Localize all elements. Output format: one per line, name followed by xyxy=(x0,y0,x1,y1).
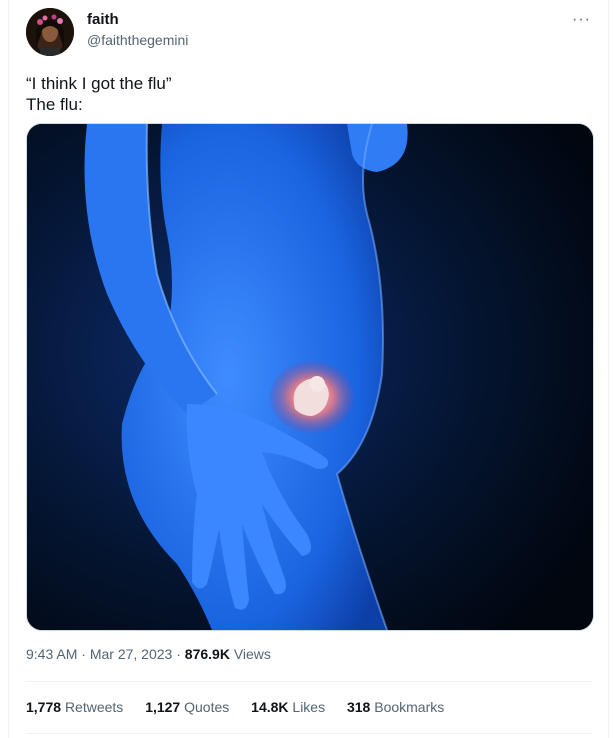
likes-stat[interactable]: 14.8K Likes xyxy=(251,699,325,715)
retweets-count: 1,778 xyxy=(26,699,62,715)
author-handle[interactable]: @faiththegemini xyxy=(87,32,188,48)
tweet-text: “I think I got the flu” The flu: xyxy=(26,73,172,115)
tweet-text-line-1: “I think I got the flu” xyxy=(26,74,172,93)
avatar[interactable] xyxy=(26,8,74,56)
body-illustration xyxy=(27,124,593,630)
retweets-label: Retweets xyxy=(64,699,124,715)
likes-label: Likes xyxy=(292,699,326,715)
divider xyxy=(26,733,592,734)
quotes-stat[interactable]: 1,127 Quotes xyxy=(145,699,229,715)
author-display-name[interactable]: faith xyxy=(87,11,119,28)
bookmarks-stat[interactable]: 318 Bookmarks xyxy=(347,699,444,715)
tweet-text-line-2: The flu: xyxy=(26,95,83,114)
meta-separator: · xyxy=(77,646,90,662)
tweet-metadata: 9:43 AM · Mar 27, 2023 · 876.9K Views xyxy=(26,646,271,662)
engagement-stats: 1,778 Retweets 1,127 Quotes 14.8K Likes … xyxy=(26,699,462,715)
tweet-media-image[interactable] xyxy=(26,123,594,631)
bookmarks-count: 318 xyxy=(346,699,371,715)
bookmarks-label: Bookmarks xyxy=(374,699,445,715)
more-dots-icon[interactable]: ··· xyxy=(572,11,591,29)
tweet-time[interactable]: 9:43 AM xyxy=(26,646,77,662)
quotes-count: 1,127 xyxy=(145,699,181,715)
meta-separator: · xyxy=(172,646,185,662)
divider xyxy=(26,681,592,682)
retweets-stat[interactable]: 1,778 Retweets xyxy=(26,699,123,715)
quotes-label: Quotes xyxy=(184,699,230,715)
views-label: Views xyxy=(233,646,271,662)
tweet-date[interactable]: Mar 27, 2023 xyxy=(90,646,173,662)
avatar-image xyxy=(26,8,74,56)
views-count: 876.9K xyxy=(184,646,230,662)
likes-count: 14.8K xyxy=(251,699,289,715)
